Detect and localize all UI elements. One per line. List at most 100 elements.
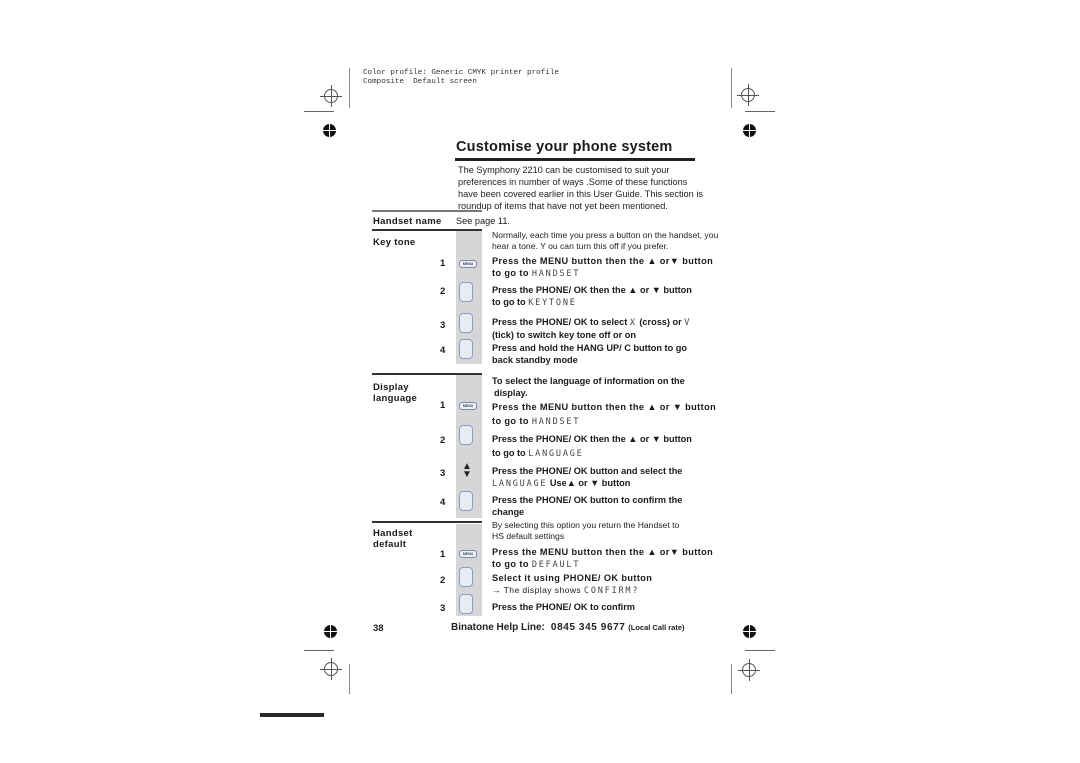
step-number: 3	[440, 603, 446, 614]
helpline-footer: Binatone Help Line: 0845 345 9677 (Local …	[451, 622, 685, 633]
step-prefix: → The display shows	[492, 584, 584, 595]
desc-line: HS default settings	[492, 531, 565, 541]
crop-mark-horizontal	[745, 111, 775, 112]
step-text: Press the MENU button then the ▲ or ▼ bu…	[492, 402, 722, 428]
label-line: Handset	[373, 528, 413, 539]
key-tone-label: Key tone	[373, 237, 416, 248]
label-line: language	[373, 393, 418, 404]
step-text: Press the MENU button then the ▲ or▼ but…	[492, 256, 722, 280]
crop-mark-vertical	[731, 68, 732, 108]
step-number: 3	[440, 468, 446, 479]
lcd-display-text: KEYTONE	[528, 297, 577, 308]
lcd-display-text: CONFIRM?	[583, 585, 640, 596]
step-line: Select it using PHONE/ OK button	[492, 573, 653, 583]
registration-crosshair-icon	[738, 659, 760, 681]
step-line: Press the PHONE/ OK to confirm	[492, 602, 635, 612]
phone-ok-button-icon	[459, 567, 473, 587]
registration-crosshair-icon	[737, 84, 759, 106]
registration-dot-icon	[324, 625, 337, 638]
phone-ok-button-icon	[459, 313, 473, 333]
page-number: 38	[373, 623, 384, 634]
handset-default-label: Handset default	[373, 528, 413, 550]
step-line: Press the MENU button then the ▲ or ▼ bu…	[492, 402, 717, 412]
page-title: Customise your phone system	[456, 139, 673, 155]
step-number: 1	[440, 258, 446, 269]
section-divider	[372, 210, 482, 212]
display-language-label: Display language	[373, 382, 417, 404]
printer-profile-text: Color profile: Generic CMYK printer prof…	[363, 69, 559, 86]
step-number: 2	[440, 575, 446, 586]
step-number: 2	[440, 286, 446, 297]
step-prefix: to go to	[492, 415, 532, 426]
up-down-arrows-icon: ▲ ▼	[459, 462, 475, 480]
step-number: 1	[440, 400, 446, 411]
handset-name-label: Handset name	[373, 216, 442, 227]
cross-symbol: X	[629, 318, 637, 328]
display-language-description: To select the language of information on…	[492, 376, 722, 399]
step-text: Press the PHONE/ OK button and select th…	[492, 466, 722, 490]
label-line: Display	[373, 382, 409, 393]
step-line: Press and hold the HANG UP/ C button to …	[492, 343, 687, 353]
step-text: Press the PHONE/ OK then the ▲ or ▼ butt…	[492, 434, 722, 460]
handset-name-value: See page 11.	[456, 216, 510, 226]
step-line: Press the PHONE/ OK button to confirm th…	[492, 495, 683, 505]
step-line: to go to DEFAULT	[492, 559, 722, 572]
desc-line: By selecting this option you return the …	[492, 520, 680, 530]
profile-line-2: Composite Default screen	[363, 77, 477, 86]
registration-crosshair-icon	[320, 658, 342, 680]
step-prefix: to go to	[492, 558, 532, 569]
crop-mark-horizontal	[304, 111, 334, 112]
step-line: to go to HANDSET	[492, 416, 722, 429]
intro-paragraph: The Symphony 2210 can be customised to s…	[458, 165, 703, 211]
step-suffix: Use▲ or ▼ button	[547, 477, 631, 488]
step-number: 4	[440, 497, 446, 508]
menu-button-icon: MENU	[459, 260, 477, 268]
arrow-down-icon: ▼	[462, 469, 472, 480]
crop-mark-vertical	[349, 68, 350, 108]
step-line: LANGUAGE Use▲ or ▼ button	[492, 478, 722, 491]
lcd-display-text: LANGUAGE	[528, 448, 584, 459]
step-line: → The display shows CONFIRM?	[492, 585, 722, 598]
step-prefix: to go to	[492, 296, 529, 307]
step-text: Press the PHONE/ OK button to confirm th…	[492, 495, 722, 518]
step-line: Press the PHONE/ OK then the ▲ or ▼ butt…	[492, 434, 692, 444]
profile-line-1: Color profile: Generic CMYK printer prof…	[363, 69, 559, 77]
lcd-display-text: HANDSET	[531, 268, 581, 279]
phone-ok-button-icon	[459, 594, 473, 614]
label-line: default	[373, 539, 407, 550]
step-prefix: Press the PHONE/ OK to select	[492, 317, 630, 327]
step-line: Press the PHONE/ OK button and select th…	[492, 466, 683, 476]
crop-mark-vertical	[731, 664, 732, 694]
step-text: Press and hold the HANG UP/ C button to …	[492, 343, 722, 366]
key-tone-description: Normally, each time you press a button o…	[492, 230, 719, 251]
lcd-display-text: LANGUAGE	[492, 478, 548, 489]
phone-ok-button-icon	[459, 425, 473, 445]
bottom-bar-mark	[260, 713, 324, 717]
section-divider	[372, 373, 482, 375]
step-text: Press the PHONE/ OK to confirm	[492, 602, 722, 614]
step-text: Press the PHONE/ OK then the ▲ or ▼ butt…	[492, 285, 722, 309]
title-underline	[455, 158, 695, 161]
phone-ok-button-icon	[459, 491, 473, 511]
menu-button-icon: MENU	[459, 550, 477, 558]
desc-line: To select the language of information on…	[492, 376, 685, 386]
handset-default-description: By selecting this option you return the …	[492, 520, 722, 542]
helpline-number: 0845 345 9677	[550, 622, 626, 633]
step-mid: (cross) or	[636, 317, 685, 327]
step-prefix: to go to	[492, 447, 529, 458]
step-text: Select it using PHONE/ OK button → The d…	[492, 573, 722, 597]
step-prefix: to go to	[492, 267, 532, 278]
step-number: 4	[440, 345, 446, 356]
step-text: Press the PHONE/ OK to select X (cross) …	[492, 317, 722, 341]
step-line: change	[492, 506, 525, 517]
registration-dot-icon	[743, 625, 756, 638]
step-number: 2	[440, 435, 446, 446]
step-line: back standby mode	[492, 354, 578, 365]
step-number: 1	[440, 549, 446, 560]
hang-up-button-icon	[459, 339, 473, 359]
section-divider	[372, 521, 482, 523]
step-line: to go to KEYTONE	[492, 297, 722, 310]
registration-crosshair-icon	[320, 85, 342, 107]
step-line: Press the PHONE/ OK then the ▲ or ▼ butt…	[492, 285, 692, 295]
step-line: to go to HANDSET	[492, 268, 722, 281]
